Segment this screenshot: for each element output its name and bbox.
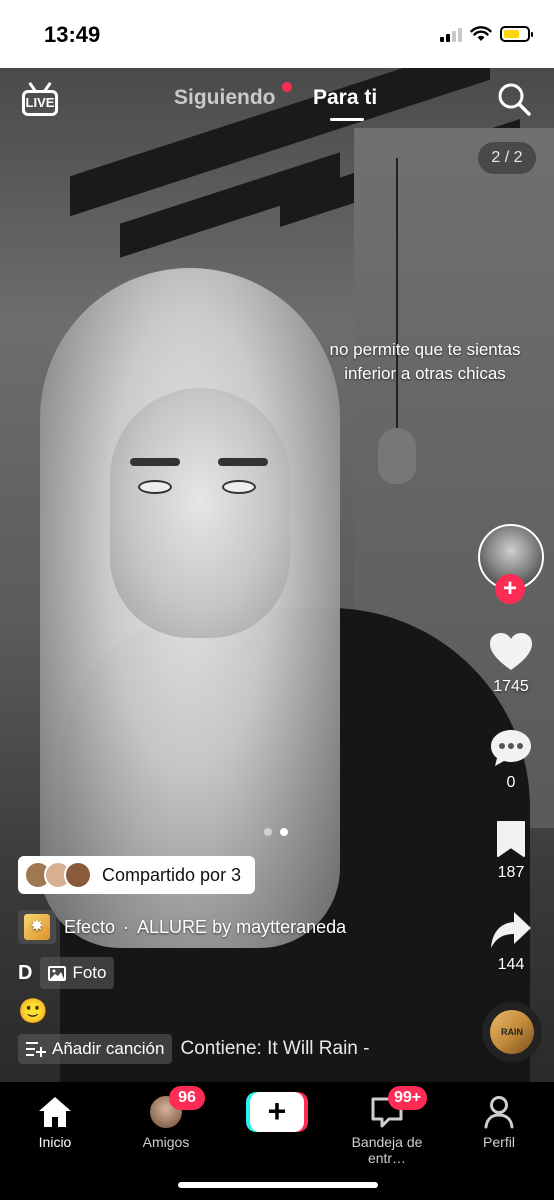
tab-inbox[interactable]: 99+ Bandeja de entr… bbox=[332, 1086, 442, 1166]
comment-icon bbox=[491, 730, 531, 766]
tab-following[interactable]: Siguiendo bbox=[174, 86, 276, 110]
shared-by-pill[interactable]: Compartido por 3 bbox=[18, 856, 256, 894]
shared-by-label: Compartido por 3 bbox=[102, 864, 242, 885]
photo-icon bbox=[48, 965, 67, 981]
save-button[interactable]: 187 bbox=[476, 820, 546, 882]
status-icons bbox=[440, 26, 533, 42]
like-count: 1745 bbox=[493, 678, 529, 695]
home-indicator bbox=[178, 1182, 378, 1188]
follow-button[interactable]: + bbox=[495, 574, 525, 604]
caption-line-2: inferior a otras chicas bbox=[344, 364, 506, 383]
username-row: D Foto bbox=[18, 956, 115, 990]
post-description-emoji: 🙂 bbox=[18, 998, 48, 1025]
song-row[interactable]: Añadir canción Contiene: It Will Rain - bbox=[18, 1034, 369, 1064]
home-icon bbox=[39, 1097, 71, 1127]
caption-line-1: no permite que te sientas bbox=[329, 340, 521, 359]
create-button[interactable]: + bbox=[246, 1092, 308, 1132]
effect-badge: ✸ bbox=[18, 910, 56, 944]
battery-icon bbox=[500, 26, 533, 42]
image-counter: 2 / 2 bbox=[478, 142, 536, 174]
effect-separator: · bbox=[123, 916, 130, 937]
tab-profile-label: Perfil bbox=[483, 1134, 515, 1150]
plus-icon: + bbox=[250, 1092, 304, 1132]
status-time: 13:49 bbox=[44, 22, 101, 47]
bookmark-icon bbox=[497, 821, 525, 857]
music-disc-cover: RAIN bbox=[490, 1010, 534, 1054]
add-song-button[interactable]: Añadir canción bbox=[18, 1034, 173, 1064]
save-count: 187 bbox=[497, 864, 525, 881]
tab-for-you[interactable]: Para ti bbox=[313, 86, 377, 110]
wifi-icon bbox=[470, 26, 492, 41]
creator-avatar[interactable]: + bbox=[478, 524, 544, 604]
cellular-signal-icon bbox=[440, 26, 462, 42]
inbox-badge: 99+ bbox=[388, 1086, 428, 1110]
add-to-playlist-icon bbox=[26, 1042, 46, 1057]
following-notification-dot bbox=[282, 82, 292, 92]
tab-inbox-label: Bandeja de entr… bbox=[351, 1134, 423, 1166]
add-song-label: Añadir canción bbox=[52, 1039, 165, 1058]
heart-icon bbox=[490, 633, 532, 670]
shared-by-avatars bbox=[24, 861, 92, 889]
active-tab-indicator bbox=[330, 118, 364, 121]
tab-friends[interactable]: 96 Amigos bbox=[111, 1086, 221, 1150]
carousel-dot-active bbox=[280, 828, 288, 836]
profile-icon bbox=[484, 1096, 514, 1129]
effect-name: ALLURE by maytteraneda bbox=[137, 916, 347, 937]
share-button[interactable]: 144 bbox=[476, 910, 546, 974]
effect-sparkle-icon: ✸ bbox=[24, 914, 50, 940]
comment-count: 0 bbox=[506, 774, 516, 791]
tab-home-label: Inicio bbox=[38, 1134, 72, 1150]
carousel-dots bbox=[264, 828, 288, 836]
like-button[interactable]: 1745 bbox=[476, 632, 546, 696]
photo-badge: Foto bbox=[40, 957, 115, 989]
effect-link[interactable]: ✸ Efecto · ALLURE by maytteraneda bbox=[18, 910, 346, 944]
share-count: 144 bbox=[497, 956, 525, 973]
photo-caption: no permite que te sientas inferior a otr… bbox=[280, 338, 554, 386]
live-icon[interactable]: LIVE bbox=[22, 82, 58, 116]
tab-friends-label: Amigos bbox=[142, 1134, 190, 1150]
search-icon[interactable] bbox=[497, 82, 531, 116]
music-disc[interactable]: RAIN bbox=[482, 1002, 542, 1062]
carousel-dot bbox=[264, 828, 272, 836]
photo-label: Foto bbox=[72, 963, 107, 982]
share-arrow-icon bbox=[491, 912, 531, 948]
friends-badge: 96 bbox=[169, 1086, 205, 1110]
live-label: LIVE bbox=[22, 90, 58, 116]
tab-home[interactable]: Inicio bbox=[0, 1092, 110, 1150]
song-text[interactable]: Contiene: It Will Rain - bbox=[180, 1038, 369, 1060]
effect-label: Efecto bbox=[64, 916, 116, 937]
status-bar: 13:49 bbox=[0, 0, 554, 68]
comment-button[interactable]: 0 bbox=[476, 728, 546, 792]
tab-profile[interactable]: Perfil bbox=[444, 1092, 554, 1150]
username[interactable]: D bbox=[18, 962, 32, 985]
